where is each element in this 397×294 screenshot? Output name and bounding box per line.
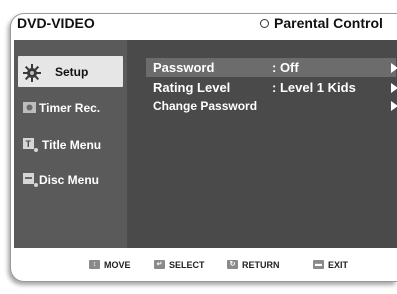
svg-text:T: T: [26, 139, 32, 149]
hint-return-label: RETURN: [242, 259, 280, 270]
arrow-right-icon: [391, 82, 397, 93]
arrow-right-icon: [391, 62, 397, 73]
menu-row-password[interactable]: Password : Off: [146, 58, 397, 77]
timer-icon: [23, 100, 39, 116]
sidebar-item-timer-rec[interactable]: Timer Rec.: [18, 92, 123, 123]
sidebar-item-label: Timer Rec.: [39, 100, 101, 115]
sidebar-item-label: Setup: [55, 64, 89, 79]
menu-row-change-password[interactable]: Change Password: [146, 96, 397, 115]
hint-exit: ▬ EXIT: [313, 260, 348, 270]
hint-return: ↻ RETURN: [227, 260, 280, 270]
sidebar-item-label: Title Menu: [42, 137, 102, 152]
sidebar-item-disc-menu[interactable]: Disc Menu: [18, 164, 123, 195]
hint-move: ↕ MOVE: [89, 260, 131, 270]
circle-icon: [260, 18, 269, 28]
sidebar-item-label: Disc Menu: [39, 172, 100, 187]
header-title: DVD-VIDEO: [17, 15, 95, 31]
header-section-label: Parental Control: [274, 15, 383, 31]
settings-list: Password : Off Rating Level : Level 1 Ki…: [143, 40, 397, 248]
exit-icon: ▬: [313, 260, 324, 269]
sidebar-item-title-menu[interactable]: T Title Menu: [18, 129, 123, 160]
menu-row-rating-level[interactable]: Rating Level : Level 1 Kids: [146, 78, 397, 97]
hint-exit-label: EXIT: [328, 259, 349, 270]
sidebar-item-setup[interactable]: Setup: [18, 56, 123, 87]
title-menu-icon: T: [23, 137, 39, 153]
row-label: Change Password: [153, 98, 258, 113]
menu-panel: Setup Timer Rec. T Title Menu Disc Menu …: [14, 40, 397, 248]
arrow-right-icon: [391, 100, 397, 111]
header-bar: DVD-VIDEO Parental Control: [5, 6, 384, 40]
row-value: : Level 1 Kids: [272, 80, 356, 95]
row-label: Rating Level: [153, 80, 231, 95]
hint-select-label: SELECT: [169, 259, 205, 270]
disc-menu-icon: [23, 172, 39, 188]
gear-icon: [23, 63, 41, 82]
return-icon: ↻: [227, 260, 238, 269]
hint-select: ↵ SELECT: [154, 260, 205, 270]
footer-hints: ↕ MOVE ↵ SELECT ↻ RETURN ▬ EXIT: [14, 256, 397, 273]
row-value: : Off: [272, 60, 299, 75]
row-label: Password: [153, 60, 215, 75]
hint-move-label: MOVE: [104, 259, 131, 270]
sidebar: Setup Timer Rec. T Title Menu Disc Menu: [14, 40, 127, 248]
updown-icon: ↕: [89, 260, 100, 269]
enter-icon: ↵: [154, 260, 165, 269]
header-section: Parental Control: [260, 15, 383, 31]
